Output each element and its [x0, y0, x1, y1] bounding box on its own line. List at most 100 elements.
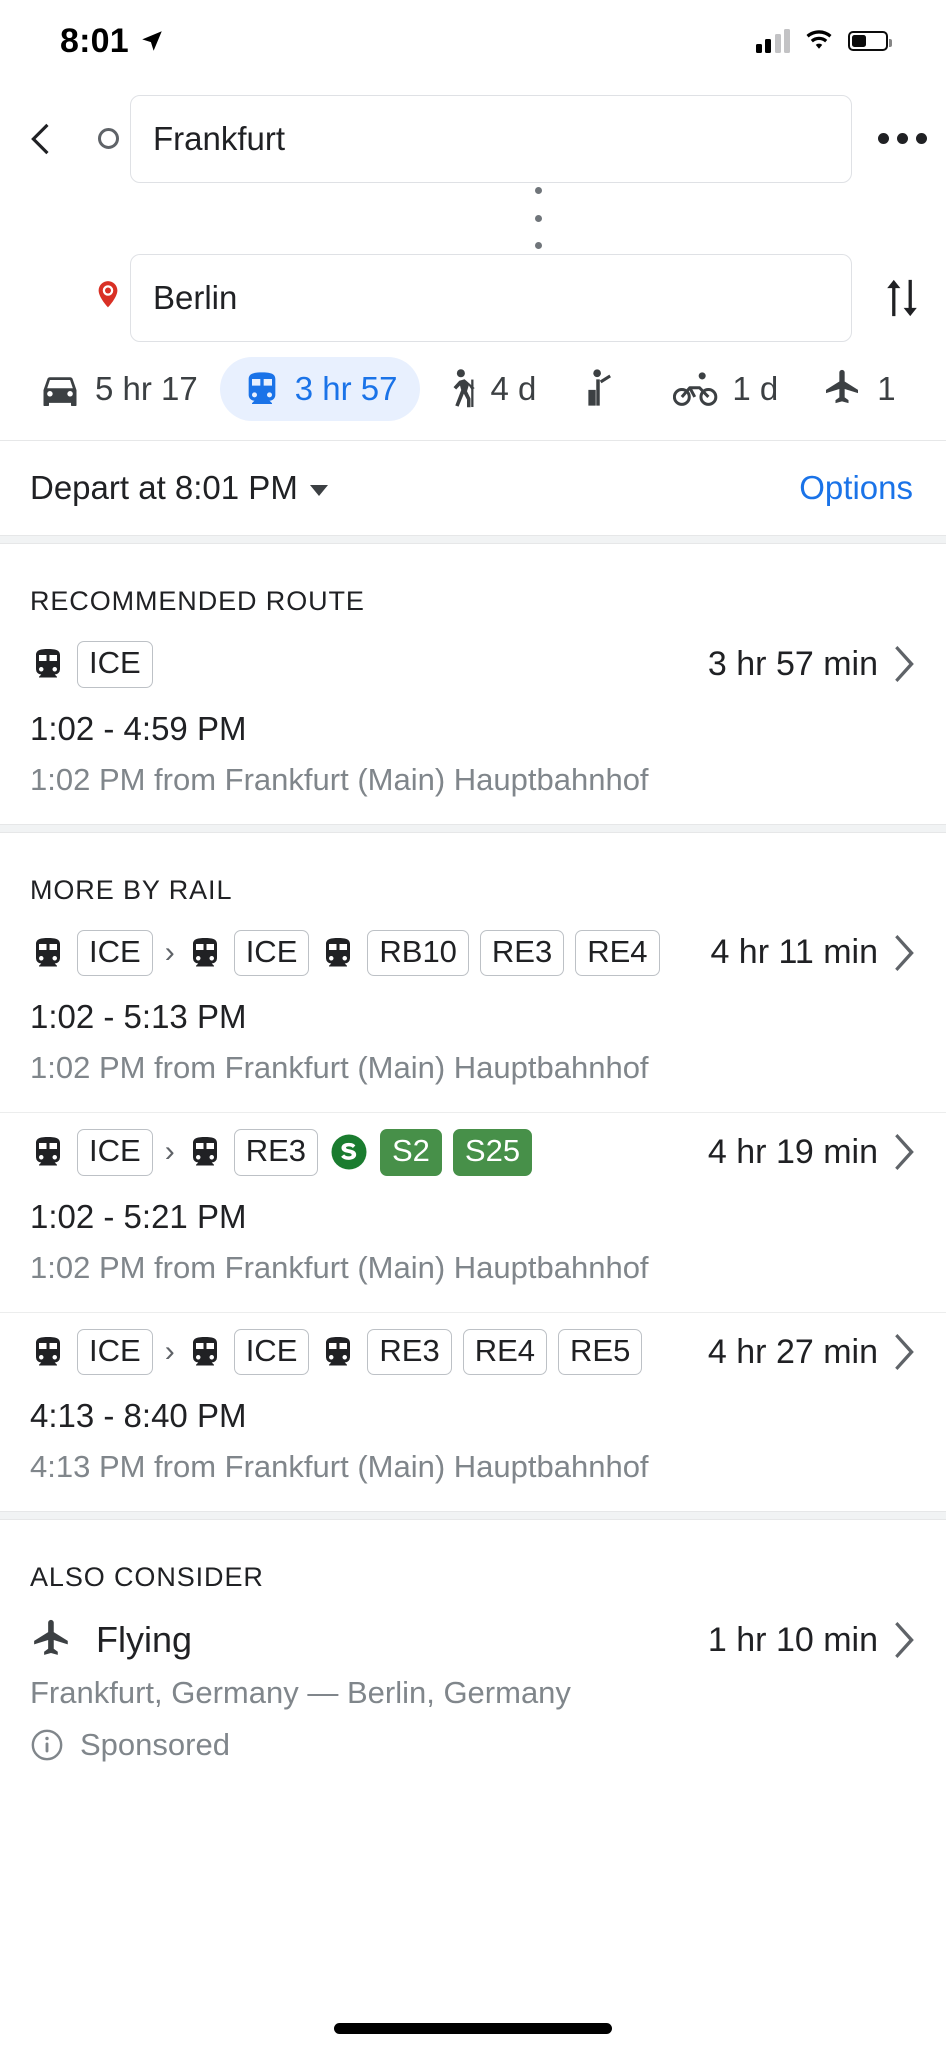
- travel-mode-tabs: 5 hr 17 3 hr 57 4 d 1 d 1: [0, 350, 946, 440]
- route-summary: ICE › ICE RE3 RE4 RE5 4 hr 27 min: [30, 1328, 916, 1376]
- line-badge: RE3: [367, 1328, 452, 1376]
- status-bar-right: [755, 29, 892, 53]
- travel-mode-walking[interactable]: 4 d: [420, 356, 559, 422]
- flying-title: Flying: [96, 1619, 193, 1661]
- travel-mode-transit[interactable]: 3 hr 57: [219, 357, 420, 421]
- line-badge: ICE: [233, 1328, 310, 1376]
- flying-duration-group: 1 hr 10 min: [708, 1621, 916, 1660]
- section-header: ALSO CONSIDER: [30, 1562, 264, 1593]
- section-header: MORE BY RAIL: [30, 874, 233, 905]
- route-legs: ICE › ICE RB10 RE3 RE4: [30, 929, 660, 977]
- chevron-right-icon[interactable]: [894, 1334, 916, 1371]
- route-legs: ICE › RE3 S2 S25: [30, 1129, 533, 1176]
- chevron-right-icon[interactable]: [894, 934, 916, 971]
- app-screen: 8:01 Frankfurt Berlin 5 hr 17 3 hr 57 4 …: [0, 0, 946, 2048]
- route-item[interactable]: ICE › ICE RE3 RE4 RE5 4 hr 27 min 4:13 -…: [0, 1313, 946, 1512]
- home-indicator[interactable]: [334, 2023, 612, 2034]
- route-summary: ICE 3 hr 57 min: [30, 641, 916, 688]
- travel-mode-flights[interactable]: 1: [800, 357, 917, 421]
- travel-mode-cycling-label: 1 d: [732, 370, 779, 407]
- back-chevron-icon[interactable]: [0, 119, 86, 159]
- leg-separator-icon: ›: [164, 935, 175, 969]
- destination-row: Berlin: [0, 249, 946, 346]
- route-times: 1:02 - 4:59 PM: [30, 709, 247, 747]
- airplane-icon: [30, 1619, 74, 1661]
- travel-mode-driving-label: 5 hr 17: [95, 370, 198, 407]
- swap-endpoints-icon[interactable]: [858, 275, 946, 321]
- destination-input[interactable]: Berlin: [130, 253, 852, 342]
- origin-circle-icon: [86, 128, 130, 149]
- route-legs: ICE: [30, 641, 153, 688]
- train-icon: [187, 1334, 223, 1370]
- line-badge: RE5: [558, 1328, 643, 1376]
- route-duration: 4 hr 11 min: [710, 933, 878, 972]
- section-recommended-route: RECOMMENDED ROUTE ICE 3 hr 57 min 1:02 -…: [0, 544, 946, 824]
- train-icon: [30, 1134, 66, 1170]
- chevron-right-icon[interactable]: [894, 1134, 916, 1171]
- options-button[interactable]: Options: [799, 469, 913, 507]
- section-separator: [0, 1511, 946, 1521]
- more-options-icon[interactable]: [858, 133, 946, 144]
- bicycle-icon: [673, 371, 719, 407]
- chevron-down-icon: [309, 484, 328, 496]
- flying-detail: Frankfurt, Germany — Berlin, Germany: [30, 1675, 571, 1711]
- route-item[interactable]: ICE 3 hr 57 min 1:02 - 4:59 PM 1:02 PM f…: [0, 625, 946, 824]
- section-also-consider: ALSO CONSIDER Flying 1 hr 10 min Frankfu…: [0, 1520, 946, 1789]
- line-badge: ICE: [233, 929, 310, 977]
- flying-left: Flying: [30, 1619, 192, 1661]
- route-item[interactable]: ICE › RE3 S2 S25 4 hr 19 min 1:02 - 5:21…: [0, 1113, 946, 1312]
- chevron-right-icon[interactable]: [894, 1622, 916, 1659]
- route-item[interactable]: ICE › ICE RB10 RE3 RE4 4 hr 11 min 1:02 …: [0, 914, 946, 1113]
- route-connector-dots: [130, 187, 946, 249]
- line-badge: S25: [452, 1129, 533, 1176]
- route-endpoints: Frankfurt Berlin: [0, 82, 946, 350]
- route-duration-group: 4 hr 27 min: [708, 1333, 916, 1372]
- route-legs: ICE › ICE RE3 RE4 RE5: [30, 1328, 643, 1376]
- line-badge: ICE: [77, 1328, 153, 1376]
- cellular-signal-icon: [755, 29, 790, 53]
- info-icon[interactable]: [30, 1728, 64, 1762]
- route-summary: ICE › RE3 S2 S25 4 hr 19 min: [30, 1129, 916, 1176]
- travel-mode-cycling[interactable]: 1 d: [651, 358, 800, 420]
- train-icon: [30, 1334, 66, 1370]
- train-icon: [30, 646, 66, 682]
- train-icon: [187, 1134, 223, 1170]
- flying-summary: Flying 1 hr 10 min: [30, 1619, 916, 1661]
- flying-duration: 1 hr 10 min: [707, 1620, 878, 1659]
- origin-input[interactable]: Frankfurt: [130, 94, 852, 183]
- line-badge: ICE: [77, 1129, 153, 1176]
- section-header: RECOMMENDED ROUTE: [30, 586, 365, 616]
- route-detail: 4:13 PM from Frankfurt (Main) Hauptbahnh…: [30, 1449, 649, 1485]
- travel-mode-driving[interactable]: 5 hr 17: [16, 358, 220, 420]
- line-badge: RE4: [462, 1328, 547, 1376]
- route-duration-group: 3 hr 57 min: [708, 645, 916, 684]
- sponsored-label: Sponsored: [80, 1727, 230, 1763]
- route-times: 4:13 - 8:40 PM: [30, 1397, 247, 1435]
- status-bar-left: 8:01: [60, 22, 165, 61]
- depart-time-selector[interactable]: Depart at 8:01 PM: [30, 469, 328, 507]
- status-bar: 8:01: [0, 0, 946, 82]
- depart-bar: Depart at 8:01 PM Options: [0, 441, 946, 535]
- leg-separator-icon: ›: [164, 1335, 175, 1369]
- chevron-right-icon[interactable]: [894, 646, 916, 683]
- flying-option[interactable]: Flying 1 hr 10 min Frankfurt, Germany — …: [0, 1601, 946, 1789]
- travel-mode-transit-label: 3 hr 57: [294, 370, 398, 407]
- train-icon: [242, 369, 282, 409]
- route-detail: 1:02 PM from Frankfurt (Main) Hauptbahnh…: [30, 1249, 649, 1285]
- airplane-icon: [822, 369, 864, 409]
- train-icon: [30, 935, 66, 971]
- depart-time-label: Depart at 8:01 PM: [30, 469, 298, 506]
- line-badge: RE3: [233, 1129, 318, 1176]
- route-detail: 1:02 PM from Frankfurt (Main) Hauptbahnh…: [30, 1050, 649, 1086]
- travel-mode-rideshare[interactable]: [558, 356, 651, 422]
- line-badge: RB10: [367, 929, 469, 977]
- location-arrow-icon: [139, 28, 165, 54]
- leg-separator-icon: ›: [164, 1135, 175, 1169]
- route-duration-group: 4 hr 19 min: [708, 1133, 916, 1172]
- line-badge: ICE: [77, 641, 153, 688]
- section-more-by-rail: MORE BY RAIL ICE › ICE RB10 RE3 RE4 4 hr…: [0, 833, 946, 1512]
- line-badge: RE4: [575, 929, 660, 977]
- travel-mode-flights-label: 1: [877, 370, 896, 407]
- line-badge: S2: [380, 1129, 442, 1176]
- route-detail: 1:02 PM from Frankfurt (Main) Hauptbahnh…: [30, 761, 649, 797]
